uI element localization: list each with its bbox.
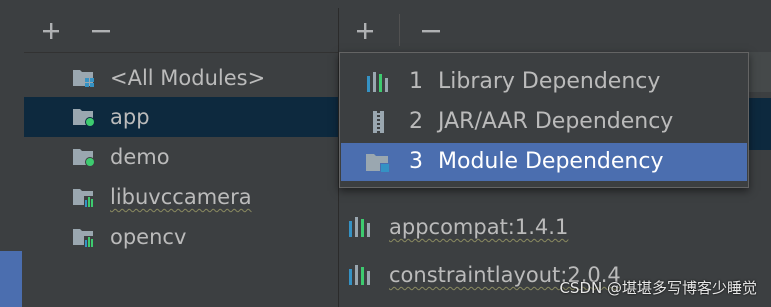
module-item-opencv[interactable]: opencv — [24, 217, 338, 257]
add-dependency-popup: 1 Library Dependency 2 JAR/AAR Dependenc… — [339, 52, 749, 188]
menu-item-label: Library Dependency — [438, 69, 661, 94]
module-item-app[interactable]: app — [24, 97, 338, 137]
selected-row-edge — [747, 98, 771, 150]
library-module-icon — [73, 229, 95, 248]
library-module-icon — [73, 189, 95, 208]
left-edge-selection — [0, 251, 22, 307]
menu-item-library-dependency[interactable]: 1 Library Dependency — [341, 63, 747, 101]
remove-dependency-button[interactable] — [418, 18, 444, 44]
module-label: libuvccamera — [110, 185, 252, 209]
module-item-demo[interactable]: demo — [24, 137, 338, 177]
all-modules-icon — [73, 70, 94, 87]
module-label: opencv — [110, 225, 187, 249]
table-header-edge — [747, 52, 771, 92]
top-bar — [24, 0, 771, 8]
library-bars-icon — [349, 217, 370, 237]
modules-toolbar — [24, 8, 338, 53]
add-module-button[interactable] — [38, 18, 64, 44]
module-label: demo — [110, 145, 170, 169]
dependencies-toolbar — [339, 8, 771, 53]
add-dependency-button[interactable] — [352, 18, 378, 44]
menu-item-label: JAR/AAR Dependency — [438, 109, 674, 134]
plus-icon — [43, 23, 59, 39]
library-bars-icon — [367, 72, 388, 92]
minus-icon — [422, 30, 440, 33]
menu-item-jar-aar-dependency[interactable]: 2 JAR/AAR Dependency — [341, 103, 747, 141]
library-bars-icon — [349, 265, 370, 285]
toolbar-separator — [399, 14, 400, 46]
module-folder-icon — [73, 109, 95, 127]
module-item-all[interactable]: <All Modules> — [24, 58, 338, 98]
menu-item-label: Module Dependency — [438, 149, 664, 174]
module-folder-icon — [73, 149, 95, 167]
module-label: app — [110, 105, 150, 129]
dependency-label: appcompat:1.4.1 — [389, 215, 569, 239]
module-folder-icon — [366, 154, 390, 173]
remove-module-button[interactable] — [88, 18, 114, 44]
module-label: <All Modules> — [110, 66, 266, 90]
dependency-item-appcompat[interactable]: appcompat:1.4.1 — [339, 207, 771, 247]
jar-archive-icon — [373, 111, 384, 133]
menu-item-number: 2 — [409, 109, 423, 134]
modules-list: <All Modules> app demo libuvccamera open… — [24, 53, 338, 307]
plus-icon — [357, 23, 373, 39]
menu-item-number: 1 — [409, 69, 423, 94]
menu-item-module-dependency[interactable]: 3 Module Dependency — [341, 143, 747, 181]
watermark: CSDN @堪堪多写博客少睡觉 — [559, 279, 757, 297]
module-item-libuvccamera[interactable]: libuvccamera — [24, 177, 338, 217]
menu-item-number: 3 — [409, 149, 423, 174]
minus-icon — [92, 30, 110, 33]
